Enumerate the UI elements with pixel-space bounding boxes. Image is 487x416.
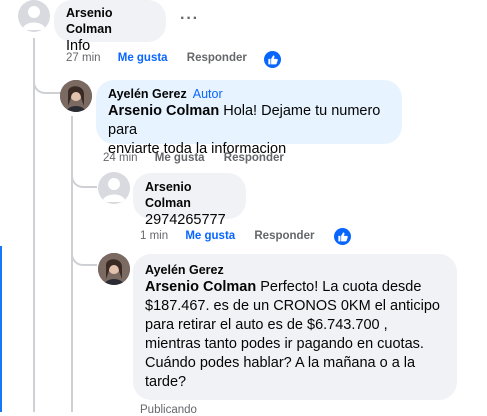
avatar[interactable] xyxy=(18,0,50,32)
like-button[interactable]: Me gusta xyxy=(155,152,205,164)
comment-bubble: Arsenio Colman Info xyxy=(54,0,166,54)
comment-bubble: Ayelén Gerez Autor Arsenio Colman Hola! D… xyxy=(96,80,402,157)
comment-bubble: Arsenio Colman 2974265777 xyxy=(133,173,246,228)
comment-text: Arsenio Colman Hola! Dejame tu numero pa… xyxy=(108,103,381,157)
author-badge: Autor xyxy=(192,87,223,101)
comment-author[interactable]: Ayelén Gerez xyxy=(145,262,445,278)
comment-actions: 27 min Me gusta Responder xyxy=(66,52,247,64)
comment-author[interactable]: Arsenio Colman xyxy=(66,5,154,37)
avatar[interactable] xyxy=(98,172,130,204)
thread-line-main xyxy=(33,38,35,412)
like-button[interactable]: Me gusta xyxy=(118,52,168,64)
comment-author[interactable]: Ayelén Gerez xyxy=(108,87,187,101)
comment-bubble: Ayelén Gerez Arsenio Colman Perfecto! La… xyxy=(133,254,457,400)
reply-button[interactable]: Responder xyxy=(224,152,284,164)
profile-photo-icon xyxy=(98,253,130,285)
comment-actions: 1 min Me gusta Responder xyxy=(140,230,314,242)
avatar[interactable] xyxy=(98,253,130,285)
avatar[interactable] xyxy=(60,80,92,112)
comment-time[interactable]: 27 min xyxy=(66,52,101,64)
reply-button[interactable]: Responder xyxy=(187,52,247,64)
comment-text: Arsenio Colman Perfecto! La cuota desde … xyxy=(145,279,440,390)
posting-status: Publicando xyxy=(140,404,197,416)
thread-curve-1 xyxy=(33,60,61,94)
mention-link[interactable]: Arsenio Colman xyxy=(108,103,219,119)
default-user-icon xyxy=(22,6,46,30)
default-user-icon xyxy=(102,178,126,202)
comment-time[interactable]: 24 min xyxy=(103,152,138,164)
thread-curve-3 xyxy=(71,230,97,266)
profile-photo-icon xyxy=(60,80,92,112)
comment-time[interactable]: 1 min xyxy=(140,230,168,242)
comment-author[interactable]: Arsenio Colman xyxy=(145,179,234,211)
comment-text: 2974265777 xyxy=(145,212,226,228)
like-reaction-icon[interactable] xyxy=(334,228,351,245)
more-options-icon[interactable]: ··· xyxy=(180,10,199,28)
reply-button[interactable]: Responder xyxy=(254,230,314,242)
like-reaction-icon[interactable] xyxy=(264,51,281,68)
left-edge-line xyxy=(0,246,2,412)
comment-author-row: Ayelén Gerez Autor xyxy=(108,86,390,102)
like-button[interactable]: Me gusta xyxy=(185,230,235,242)
comment-actions: 24 min Me gusta Responder xyxy=(103,152,284,164)
mention-link[interactable]: Arsenio Colman xyxy=(145,279,256,295)
thread-curve-2 xyxy=(71,150,97,188)
